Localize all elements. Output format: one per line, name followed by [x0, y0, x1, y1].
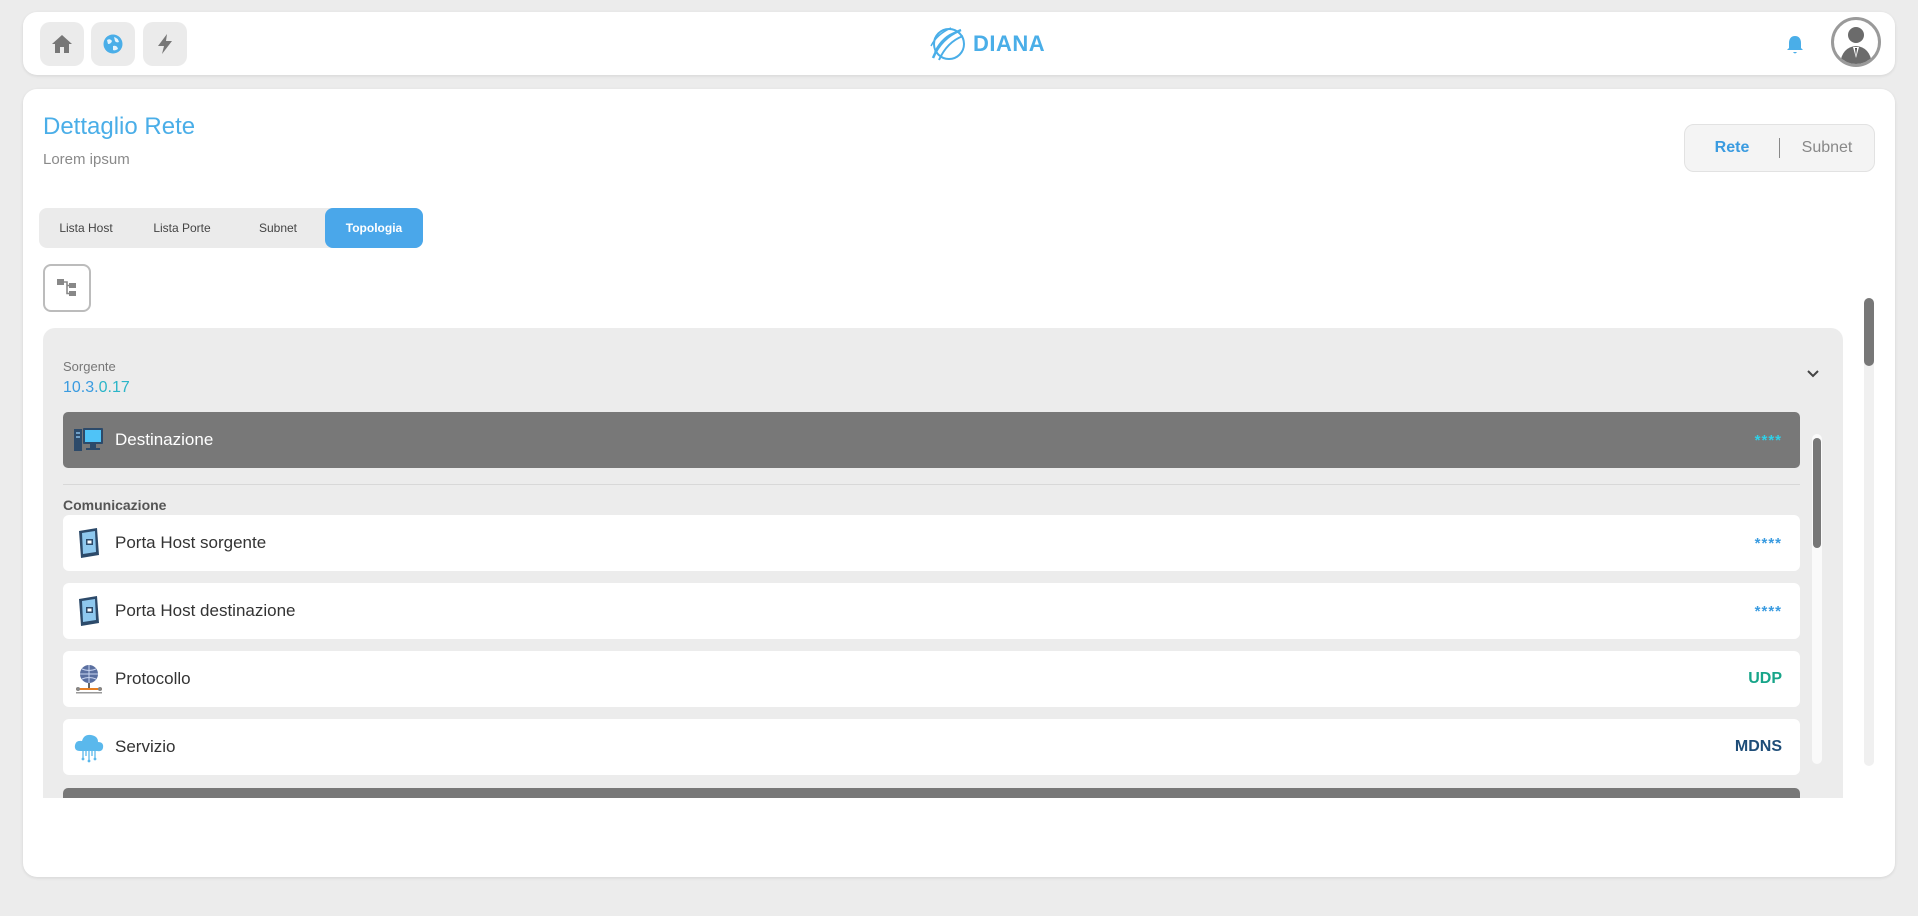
main-panel: Dettaglio Rete Lorem ipsum Rete Subnet L…: [23, 89, 1895, 877]
bell-icon: [1787, 36, 1803, 54]
row-value: ****: [1754, 602, 1782, 620]
diana-logo-icon: [930, 27, 965, 61]
row-label: Servizio: [115, 737, 176, 756]
chevron-down-icon: [1807, 370, 1819, 378]
home-button[interactable]: [40, 22, 84, 66]
row-porta-host-destinazione[interactable]: Porta Host destinazione ****: [63, 583, 1800, 639]
next-destination-row[interactable]: [63, 788, 1800, 798]
page-scrollbar[interactable]: [1864, 298, 1874, 766]
tab-subnet[interactable]: Subnet: [231, 208, 325, 248]
tab-lista-porte[interactable]: Lista Porte: [133, 208, 231, 248]
globe-icon: [103, 34, 123, 54]
home-icon: [52, 35, 72, 53]
row-protocollo[interactable]: Protocollo UDP: [63, 651, 1800, 707]
row-servizio[interactable]: Servizio MDNS: [63, 719, 1800, 775]
network-globe-icon: [73, 663, 105, 695]
source-ip-part1: 10.3.: [63, 379, 99, 396]
network-button[interactable]: [91, 22, 135, 66]
tab-topologia[interactable]: Topologia: [325, 208, 423, 248]
row-value: MDNS: [1734, 738, 1782, 755]
page-subtitle: Lorem ipsum: [43, 151, 130, 168]
destination-label: Destinazione: [115, 430, 214, 449]
communication-label: Comunicazione: [63, 497, 167, 513]
row-value: UDP: [1748, 670, 1782, 687]
tree-structure-icon: [57, 279, 76, 296]
source-ip: 10.3.0.17: [63, 379, 130, 397]
destination-row[interactable]: Destinazione ****: [63, 412, 1800, 468]
monitor-icon: [73, 424, 105, 456]
card-scrollbar-thumb[interactable]: [1813, 438, 1821, 548]
destination-value: ****: [1754, 431, 1782, 449]
activity-button[interactable]: [143, 22, 187, 66]
tab-lista-host[interactable]: Lista Host: [39, 208, 133, 248]
top-bar: DIANA: [23, 12, 1895, 75]
card-scrollbar[interactable]: [1812, 434, 1822, 764]
row-label: Protocollo: [115, 669, 191, 688]
toggle-subnet[interactable]: Subnet: [1780, 139, 1874, 157]
row-label: Porta Host sorgente: [115, 533, 267, 552]
view-toggle: Rete Subnet: [1684, 124, 1875, 172]
user-avatar-icon: [1840, 27, 1872, 64]
topology-card: Sorgente 10.3.0.17 Destinazione **** Com…: [43, 328, 1843, 798]
notifications-button[interactable]: [1784, 33, 1806, 57]
source-ip-part2: 0.17: [98, 379, 130, 396]
cloud-service-icon: [73, 731, 105, 763]
toggle-rete[interactable]: Rete: [1685, 139, 1779, 157]
page-title: Dettaglio Rete: [43, 113, 196, 140]
lightning-icon: [158, 34, 172, 54]
port-device-icon: [73, 595, 105, 627]
row-value: ****: [1754, 534, 1782, 552]
source-label: Sorgente: [63, 359, 116, 374]
user-avatar[interactable]: [1831, 17, 1881, 67]
row-label: Porta Host destinazione: [115, 601, 296, 620]
page-scrollbar-thumb[interactable]: [1864, 298, 1874, 366]
brand: DIANA: [927, 22, 1045, 66]
collapse-button[interactable]: [1805, 366, 1821, 382]
row-porta-host-sorgente[interactable]: Porta Host sorgente ****: [63, 515, 1800, 571]
tree-view-button[interactable]: [43, 264, 91, 312]
port-device-icon: [73, 527, 105, 559]
brand-name: DIANA: [973, 31, 1046, 56]
section-divider: [63, 484, 1800, 485]
tab-bar: Lista Host Lista Porte Subnet Topologia: [39, 208, 423, 248]
